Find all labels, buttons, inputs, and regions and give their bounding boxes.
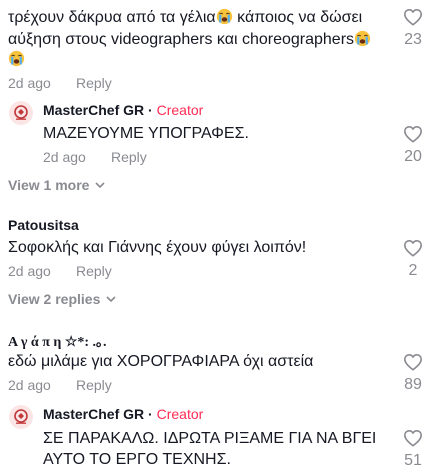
comment-text: εδώ μιλάμε για ΧΟΡΟΓΡΑΦΙΑΡΑ όχι αστεία: [8, 353, 314, 370]
comment-username[interactable]: Α γ ά π η ☆*: .｡.: [8, 331, 107, 351]
comment-date: 2d ago: [8, 75, 51, 91]
comment-text: τρέχουν δάκρυα από τα γέλια κάποιος να δ…: [8, 8, 363, 26]
crying-emoji-icon: [8, 50, 25, 69]
like-heart-icon[interactable]: [403, 429, 423, 447]
like-count: 51: [404, 452, 422, 469]
comment-date: 2d ago: [8, 377, 51, 393]
creator-badge: Creator: [156, 102, 204, 118]
avatar[interactable]: [9, 405, 33, 429]
like-heart-icon[interactable]: [403, 8, 423, 26]
view-replies-button[interactable]: View 2 replies: [8, 291, 116, 307]
comment-username[interactable]: Patousitsa: [8, 217, 79, 233]
like-count: 23: [404, 31, 422, 48]
chevron-down-icon: [95, 182, 105, 189]
like-heart-icon[interactable]: [403, 239, 423, 257]
comment-text: Σοφοκλής και Γιάννης έχουν φύγει λοιπόν!: [8, 239, 307, 256]
crying-emoji-icon: [354, 30, 371, 47]
crying-emoji-icon: [216, 8, 233, 25]
like-count: 89: [404, 376, 422, 393]
comment-text: ΣΕ ΠΑΡΑΚΑΛΩ. ΙΔΡΩΤΑ ΡΙΞΑΜΕ ΓΙΑ ΝΑ ΒΓΕΙ: [43, 430, 377, 447]
like-heart-icon[interactable]: [403, 125, 423, 143]
comment-text: αύξηση στους videographers και choreogra…: [8, 29, 371, 50]
reply-button[interactable]: Reply: [76, 75, 112, 91]
reply-button[interactable]: Reply: [76, 377, 112, 393]
comment-date: 2d ago: [43, 149, 86, 165]
like-count: 20: [404, 148, 422, 165]
comment-text: ΜΑΖΕΥΟΥΜΕ ΥΠΟΓΡΑΦΕΣ.: [43, 125, 249, 142]
like-count: 2: [408, 262, 418, 279]
creator-badge: Creator: [156, 406, 204, 422]
comment-username[interactable]: MasterChef GR · Creator: [43, 102, 203, 118]
chevron-down-icon: [106, 296, 116, 303]
comment-username[interactable]: MasterChef GR · Creator: [43, 406, 203, 422]
view-more-replies-button[interactable]: View 1 more: [8, 177, 105, 193]
reply-button[interactable]: Reply: [111, 149, 147, 165]
comment-date: 2d ago: [8, 263, 51, 279]
reply-button[interactable]: Reply: [76, 263, 112, 279]
like-heart-icon[interactable]: [403, 353, 423, 371]
avatar[interactable]: [9, 101, 33, 125]
comment-text: ΑΥΤΟ ΤΟ ΕΡΓΟ ΤΕΧΝΗΣ.: [43, 451, 231, 468]
